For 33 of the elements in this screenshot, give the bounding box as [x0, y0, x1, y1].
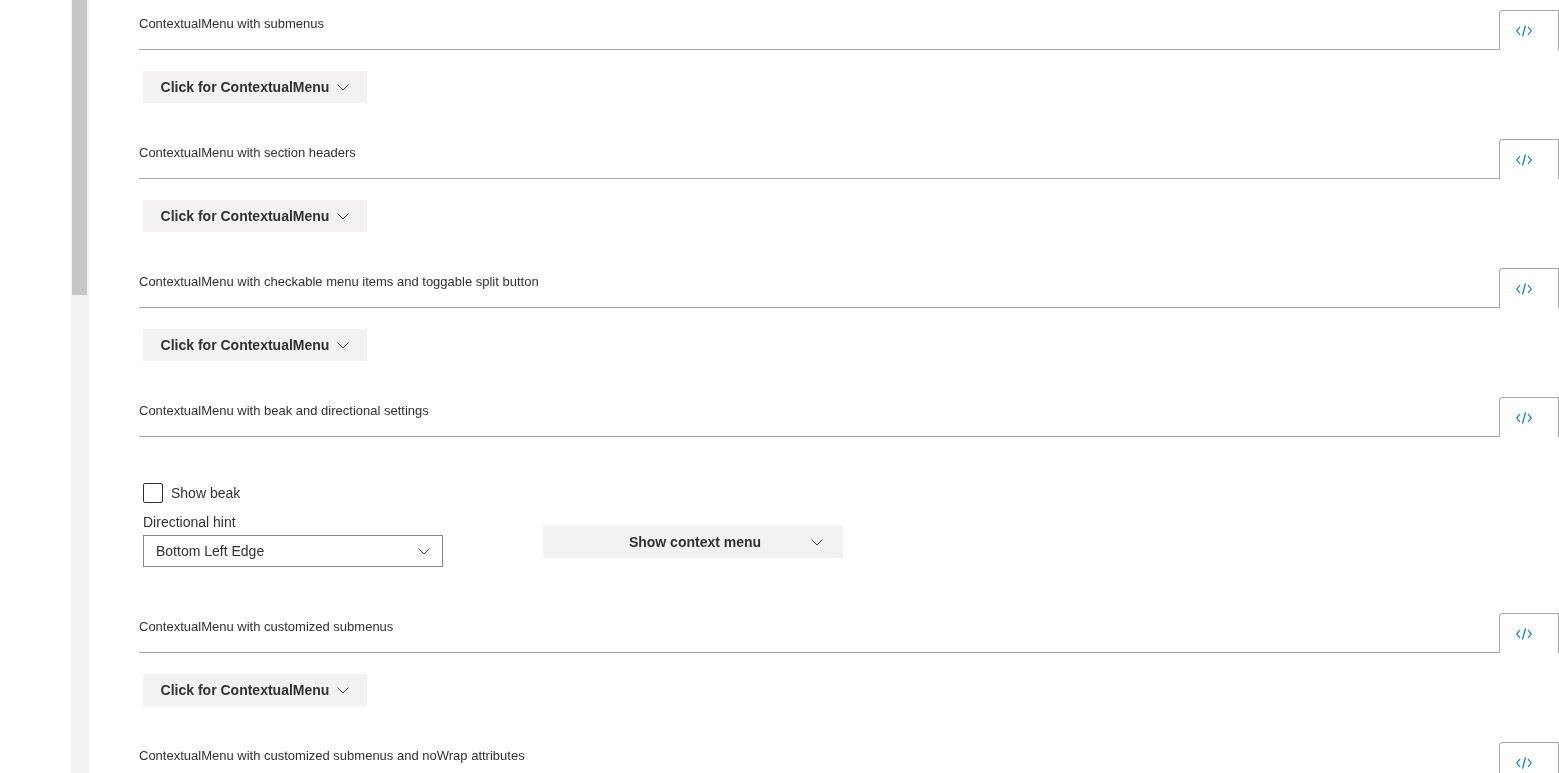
code-icon [1516, 756, 1532, 769]
section-title: ContextualMenu with customized submenus and noWrap attributes [139, 748, 525, 763]
section-title: ContextualMenu with section headers [139, 145, 356, 160]
chevron-down-icon [811, 538, 823, 546]
code-button[interactable] [1499, 613, 1559, 653]
contextual-menu-button[interactable]: Click for ContextualMenu [143, 71, 367, 103]
code-button[interactable] [1499, 10, 1559, 50]
dropdown-label: Directional hint [143, 513, 237, 532]
section-title: ContextualMenu with checkable menu items and toggable split button [139, 274, 539, 289]
contextual-menu-button[interactable]: Click for ContextualMenu [143, 674, 367, 706]
code-button[interactable] [1499, 268, 1559, 308]
code-icon [1516, 411, 1532, 424]
code-icon [1516, 153, 1532, 166]
section-title: ContextualMenu with beak and directional settings [139, 403, 429, 418]
code-button[interactable] [1499, 397, 1559, 437]
contextual-menu-button[interactable]: Click for ContextualMenu [143, 200, 367, 232]
directional-hint-dropdown[interactable]: Bottom Left Edge [143, 535, 443, 567]
show-beak-checkbox[interactable]: Show beak [143, 483, 443, 503]
code-icon [1516, 627, 1532, 640]
code-button[interactable] [1499, 742, 1559, 773]
chevron-down-icon [337, 341, 350, 349]
code-icon [1516, 24, 1532, 37]
scrollbar-thumb[interactable] [72, 0, 87, 295]
chevron-down-icon [337, 83, 350, 91]
chevron-down-icon [337, 212, 350, 220]
section-title: ContextualMenu with submenus [139, 16, 324, 31]
code-button[interactable] [1499, 139, 1559, 179]
code-icon [1516, 282, 1532, 295]
chevron-down-icon [418, 547, 430, 555]
contextual-menu-button[interactable]: Click for ContextualMenu [143, 329, 367, 361]
section-title: ContextualMenu with customized submenus [139, 619, 394, 634]
chevron-down-icon [337, 686, 350, 694]
show-context-menu-button[interactable]: Show context menu [543, 526, 843, 558]
